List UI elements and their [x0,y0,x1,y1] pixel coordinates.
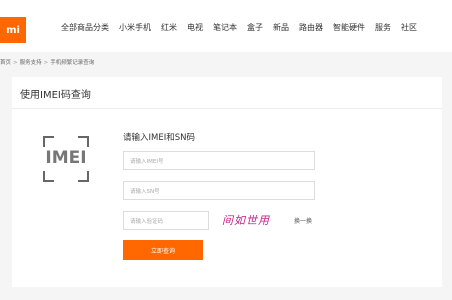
breadcrumb-current: 手机频繁记录查询 [50,60,95,66]
scan-corner [78,171,89,182]
nav-mi-phone[interactable]: 小米手机 [119,22,151,33]
nav-smart-hardware[interactable]: 智能硬件 [333,22,365,33]
captcha-input-placeholder: 请输入验证码 [130,218,164,225]
breadcrumb-separator: > [13,60,18,66]
mi-logo[interactable]: mi [0,17,26,43]
nav-router[interactable]: 路由器 [299,22,323,33]
mi-logo-text: mi [6,24,20,36]
nav-tv[interactable]: 电视 [187,22,203,33]
nav-service[interactable]: 服务 [375,22,391,33]
breadcrumb: 首页 > 服务支持 > 手机频繁记录查询 [0,58,94,66]
page-title: 使用IMEI码查询 [20,90,91,101]
imei-input[interactable]: 请输入IMEI号 [123,151,315,170]
breadcrumb-service[interactable]: 服务支持 [20,60,42,66]
main-nav: 全部商品分类 小米手机 红米 电视 笔记本 盒子 新品 路由器 智能硬件 服务 … [61,22,417,33]
form-heading: 请输入IMEI和SN码 [123,133,195,143]
captcha-input[interactable]: 请输入验证码 [123,211,209,230]
scan-corner [78,136,89,147]
scan-corner [43,136,54,147]
nav-redmi[interactable]: 红米 [161,22,177,33]
scan-corner [43,171,54,182]
top-navigation-bar: mi 全部商品分类 小米手机 红米 电视 笔记本 盒子 新品 路由器 智能硬件 … [0,0,452,52]
nav-box[interactable]: 盒子 [247,22,263,33]
nav-laptop[interactable]: 笔记本 [213,22,237,33]
title-divider [12,108,442,109]
submit-query-button[interactable]: 立即查询 [123,240,203,260]
imei-input-placeholder: 请输入IMEI号 [130,158,164,165]
imei-icon-label: IMEI [45,148,87,168]
nav-all-categories[interactable]: 全部商品分类 [61,22,109,33]
breadcrumb-separator: > [43,60,49,66]
nav-new[interactable]: 新品 [273,22,289,33]
breadcrumb-home[interactable]: 首页 [0,60,11,66]
sn-input-placeholder: 请输入SN号 [130,188,160,195]
nav-community[interactable]: 社区 [401,22,417,33]
captcha-image[interactable]: 间如世用 [222,210,284,230]
sn-input[interactable]: 请输入SN号 [123,181,315,200]
imei-scan-icon: IMEI [43,136,89,182]
refresh-captcha-link[interactable]: 换一换 [294,216,312,225]
